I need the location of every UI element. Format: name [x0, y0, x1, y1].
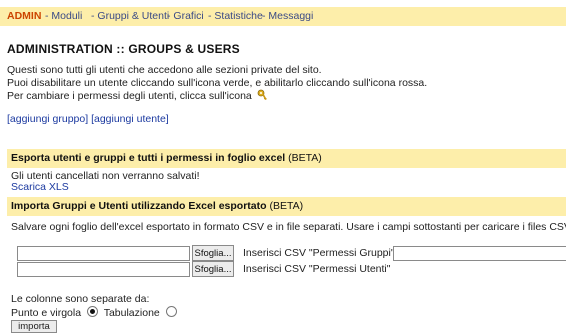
nav-item-moduli[interactable]: - Moduli — [45, 7, 82, 26]
import-beta-badge: (BETA) — [269, 200, 304, 212]
import-button[interactable]: importa — [11, 320, 57, 333]
separator-options: Punto e virgola Tabulazione — [11, 306, 180, 319]
nav-item-admin[interactable]: ADMIN — [7, 7, 41, 26]
export-heading: Esporta utenti e gruppi e tutti i permes… — [11, 152, 286, 164]
import-instructions: Salvare ogni foglio dell'excel esportato… — [11, 221, 566, 233]
import-heading: Importa Gruppi e Utenti utilizzando Exce… — [11, 200, 267, 212]
add-group-link[interactable]: [aggiungi gruppo] — [7, 113, 88, 125]
download-xls-link[interactable]: Scarica XLS — [11, 181, 69, 193]
nav-item-statistiche[interactable]: - Statistiche — [208, 7, 263, 26]
semicolon-label: Punto e virgola — [11, 307, 82, 319]
import-section-header: Importa Gruppi e Utenti utilizzando Exce… — [7, 197, 566, 216]
browse-groups-button[interactable]: Sfoglia... — [192, 245, 234, 261]
export-beta-badge: (BETA) — [288, 152, 322, 164]
semicolon-radio[interactable] — [86, 306, 98, 317]
csv-groups-row: Sfoglia... Inserisci CSV "Permessi Grupp… — [17, 245, 566, 261]
intro-line-3: Per cambiare i permessi degli utenti, cl… — [7, 89, 427, 105]
intro-line-3-text: Per cambiare i permessi degli utenti, cl… — [7, 90, 252, 102]
nav-item-grafici[interactable]: - Grafici — [167, 7, 204, 26]
tab-label: Tabulazione — [103, 307, 160, 319]
action-links: [aggiungi gruppo] [aggiungi utente] — [7, 113, 169, 125]
export-section-header: Esporta utenti e gruppi e tutti i permes… — [7, 149, 566, 168]
key-icon — [257, 89, 268, 105]
csv-users-file-input[interactable] — [17, 262, 190, 277]
csv-groups-label: Inserisci CSV "Permessi Gruppi" — [243, 247, 395, 259]
csv-groups-path-field[interactable] — [393, 246, 566, 261]
top-navigation: ADMIN - Moduli - Gruppi & Utenti - Grafi… — [0, 7, 566, 26]
separator-note: Le colonne sono separate da: — [11, 293, 150, 305]
intro-text: Questi sono tutti gli utenti che accedon… — [7, 64, 427, 105]
page-title: ADMINISTRATION :: GROUPS & USERS — [7, 42, 240, 56]
csv-groups-file-input[interactable] — [17, 246, 190, 261]
nav-item-messaggi[interactable]: - Messaggi — [262, 7, 313, 26]
browse-users-button[interactable]: Sfoglia... — [192, 261, 234, 277]
nav-item-gruppi-utenti[interactable]: - Gruppi & Utenti — [91, 7, 169, 26]
add-user-link[interactable]: [aggiungi utente] — [91, 113, 169, 125]
intro-line-2: Puoi disabilitare un utente cliccando su… — [7, 76, 428, 89]
csv-users-label: Inserisci CSV "Permessi Utenti" — [243, 263, 391, 275]
tab-radio[interactable] — [165, 306, 177, 317]
csv-users-row: Sfoglia... Inserisci CSV "Permessi Utent… — [17, 261, 566, 277]
intro-line-1: Questi sono tutti gli utenti che accedon… — [7, 64, 322, 76]
